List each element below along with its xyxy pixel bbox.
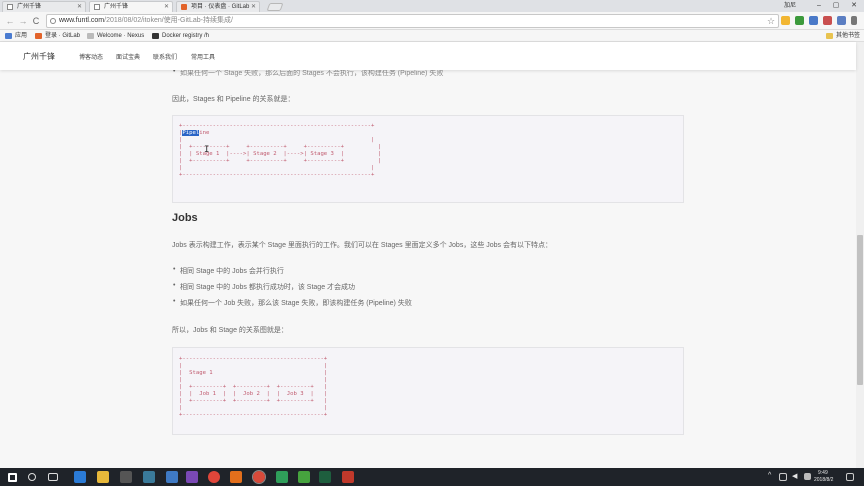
- nav-tools[interactable]: 常用工具: [191, 52, 215, 61]
- extension-icon[interactable]: [781, 16, 790, 25]
- profile-name[interactable]: 加尼: [784, 0, 796, 12]
- folder-icon: [826, 33, 833, 39]
- info-icon[interactable]: [50, 18, 56, 24]
- text-cursor-icon: I: [204, 145, 210, 155]
- app-icon[interactable]: [186, 471, 198, 483]
- chrome-active-icon[interactable]: [252, 470, 266, 484]
- nav-contact[interactable]: 联系我们: [153, 52, 177, 61]
- windows-taskbar: ^ ◀ 9:49 2018/8/2: [0, 468, 864, 486]
- page-scrollbar[interactable]: [856, 42, 864, 468]
- tab-title: 广州千锋: [17, 4, 42, 10]
- tray-arrow-icon[interactable]: ^: [768, 472, 771, 479]
- close-tab-icon[interactable]: ✕: [77, 2, 82, 12]
- extension-icon[interactable]: [823, 16, 832, 25]
- article-body: 如果任何一个 Stage 失败，那么后面的 Stages 不会执行，该构建任务 …: [0, 70, 856, 468]
- menu-icon[interactable]: [851, 16, 857, 25]
- file-explorer-icon[interactable]: [97, 471, 109, 483]
- tab-strip: 广州千锋 ✕ 广州千锋 ✕ 项目 · 仪表盘 · GitLab ✕ 加尼 – ▢ ✕: [0, 0, 864, 12]
- page-icon: [94, 4, 100, 10]
- ime-icon[interactable]: [804, 473, 811, 480]
- minimize-button[interactable]: –: [812, 0, 826, 12]
- back-button[interactable]: ←: [4, 15, 16, 27]
- url-host: www.funtl.com: [59, 17, 105, 24]
- gitlab-icon: [181, 4, 187, 10]
- tab-2[interactable]: 广州千锋 ✕: [89, 1, 173, 12]
- forward-button[interactable]: →: [17, 15, 29, 27]
- other-bookmarks[interactable]: 其他书签: [826, 30, 860, 42]
- bookmark-label: 其他书签: [836, 33, 861, 39]
- app-icon[interactable]: [298, 471, 310, 483]
- address-bar[interactable]: www.funtl.com/2018/08/02/itoken/使用-GitLa…: [46, 14, 779, 28]
- url-path: /2018/08/02/itoken/使用-GitLab-持续集成/: [104, 17, 233, 24]
- close-tab-icon[interactable]: ✕: [251, 2, 256, 12]
- paragraph: Jobs 表示构建工作，表示某个 Stage 里面执行的工作。我们可以在 Sta…: [172, 242, 553, 249]
- bookmark-label: Docker registry /h: [162, 33, 210, 39]
- tab-3[interactable]: 项目 · 仪表盘 · GitLab ✕: [176, 1, 260, 12]
- list-item: 如果任何一个 Stage 失败，那么后面的 Stages 不会执行，该构建任务 …: [173, 70, 443, 78]
- app-icon[interactable]: [230, 471, 242, 483]
- store-icon[interactable]: [120, 471, 132, 483]
- site-logo[interactable]: 广州千锋: [23, 51, 55, 62]
- start-icon[interactable]: [8, 473, 17, 482]
- browser-toolbar: ← → C www.funtl.com/2018/08/02/itoken/使用…: [0, 12, 864, 30]
- app-icon[interactable]: [276, 471, 288, 483]
- list-item: 如果任何一个 Job 失败，那么该 Stage 失败，即该构建任务 (Pipel…: [173, 298, 412, 308]
- network-icon[interactable]: [779, 473, 787, 481]
- code-block: +---------------------------------------…: [172, 347, 684, 435]
- task-view-icon[interactable]: [48, 473, 58, 481]
- maximize-button[interactable]: ▢: [829, 0, 843, 12]
- page-icon: [87, 33, 94, 39]
- diagram-line: +---------------------------------------…: [179, 123, 375, 129]
- extension-icon[interactable]: [809, 16, 818, 25]
- paragraph: 因此，Stages 和 Pipeline 的关系就是：: [172, 96, 295, 103]
- tab-title: 广州千锋: [104, 4, 129, 10]
- list-item: 相同 Stage 中的 Jobs 会并行执行: [173, 266, 284, 276]
- bookmark-gitlab[interactable]: 登录 · GitLab: [35, 30, 80, 42]
- new-tab-button[interactable]: [266, 3, 284, 11]
- gitlab-icon: [35, 33, 42, 39]
- extension-icon[interactable]: [795, 16, 804, 25]
- clock-date[interactable]: 2018/8/2: [814, 477, 833, 483]
- docker-icon: [152, 33, 159, 39]
- diagram-line: ine: [199, 130, 210, 136]
- tab-title: 项目 · 仪表盘 · GitLab: [191, 4, 250, 10]
- app-icon[interactable]: [342, 471, 354, 483]
- bookmark-label: 应用: [15, 33, 28, 39]
- nav-blog[interactable]: 博客动态: [79, 52, 103, 61]
- selected-text: Pipel: [182, 130, 200, 136]
- bookmark-apps[interactable]: 应用: [5, 30, 27, 42]
- diagram-body: | | | +----------+ +----------+ +-------…: [179, 137, 382, 178]
- bookmark-nexus[interactable]: Welcome · Nexus: [87, 30, 144, 42]
- nav-interview[interactable]: 面试宝典: [116, 52, 140, 61]
- app-icon[interactable]: [319, 471, 331, 483]
- section-heading: Jobs: [172, 212, 198, 224]
- code-block: +---------------------------------------…: [172, 115, 684, 203]
- search-icon[interactable]: [28, 473, 36, 481]
- bookmark-docker[interactable]: Docker registry /h: [152, 30, 209, 42]
- paragraph: 所以，Jobs 和 Stage 的关系图就是：: [172, 327, 288, 334]
- scrollbar-thumb[interactable]: [857, 235, 863, 385]
- reload-button[interactable]: C: [30, 15, 42, 27]
- page-icon: [7, 4, 13, 10]
- app-icon[interactable]: [166, 471, 178, 483]
- bookmarks-bar: 应用 登录 · GitLab Welcome · Nexus Docker re…: [0, 30, 864, 42]
- notification-icon[interactable]: [846, 473, 854, 481]
- edge-icon[interactable]: [74, 471, 86, 483]
- apps-icon: [5, 33, 12, 39]
- bookmark-star-icon[interactable]: ☆: [767, 14, 775, 28]
- close-tab-icon[interactable]: ✕: [164, 2, 169, 12]
- chrome-icon[interactable]: [208, 471, 220, 483]
- bookmark-label: Welcome · Nexus: [97, 33, 145, 39]
- app-icon[interactable]: [143, 471, 155, 483]
- list-item: 相同 Stage 中的 Jobs 都执行成功时，该 Stage 才会成功: [173, 282, 355, 292]
- tab-1[interactable]: 广州千锋 ✕: [2, 1, 86, 12]
- volume-icon[interactable]: ◀: [792, 472, 797, 480]
- clock-time[interactable]: 9:49: [818, 470, 828, 476]
- site-header: 广州千锋 博客动态 面试宝典 联系我们 常用工具: [0, 42, 856, 70]
- jobs-diagram: +---------------------------------------…: [179, 356, 328, 418]
- extension-icon[interactable]: [837, 16, 846, 25]
- close-window-button[interactable]: ✕: [847, 0, 861, 12]
- bookmark-label: 登录 · GitLab: [45, 33, 81, 39]
